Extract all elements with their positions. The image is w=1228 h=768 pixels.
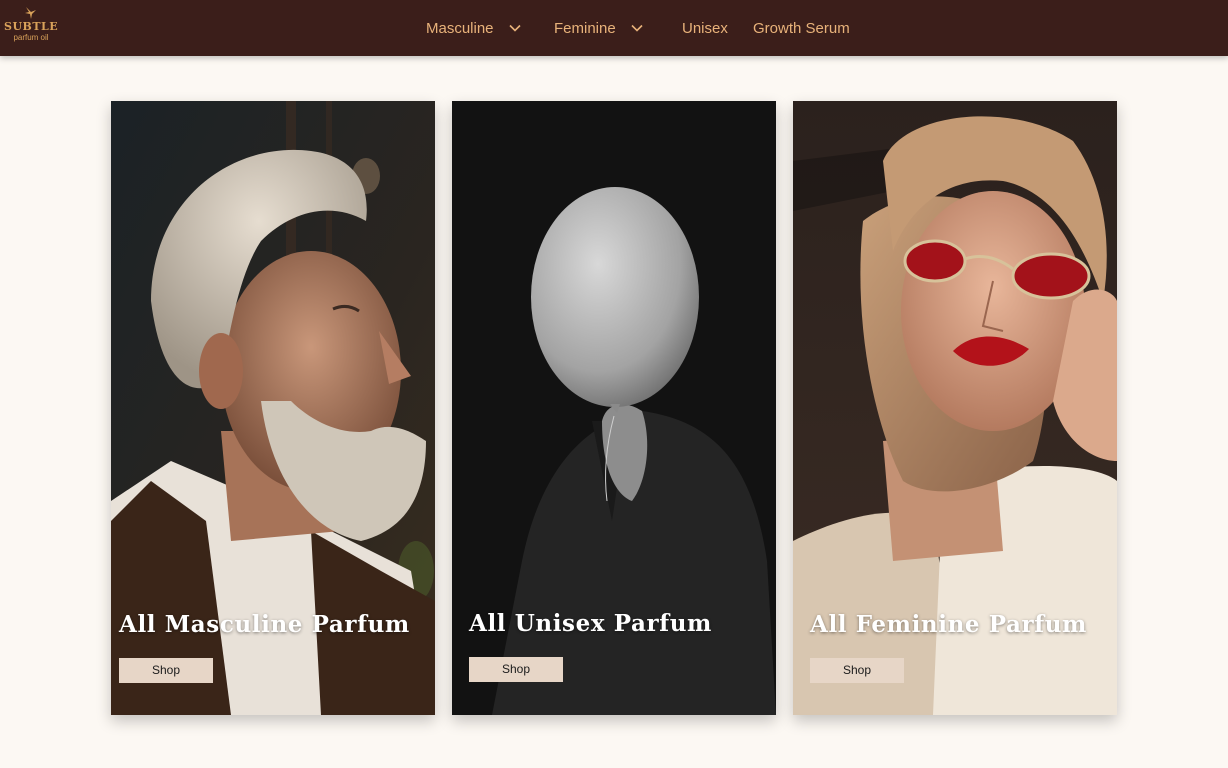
nav-item-feminine[interactable]: Feminine <box>554 18 644 38</box>
nav-item-label: Unisex <box>682 19 728 37</box>
card-title: All Masculine Parfum <box>119 611 410 638</box>
nav-item-masculine[interactable]: Masculine <box>426 18 522 38</box>
top-navigation-bar: SUBTLE parfum oil Masculine Feminine Uni… <box>0 0 1228 56</box>
nav-item-growth-serum[interactable]: Growth Serum <box>753 18 850 38</box>
collection-card-unisex[interactable]: All Unisex Parfum Shop <box>452 101 776 715</box>
brand-name: SUBTLE <box>4 20 59 33</box>
brand-logo[interactable]: SUBTLE parfum oil <box>4 5 58 47</box>
shop-button[interactable]: Shop <box>119 658 213 683</box>
chevron-down-icon[interactable] <box>630 21 644 35</box>
bird-icon <box>25 7 36 19</box>
shop-button[interactable]: Shop <box>469 657 563 682</box>
nav-item-unisex[interactable]: Unisex <box>682 18 728 38</box>
chevron-down-icon[interactable] <box>508 21 522 35</box>
card-title: All Unisex Parfum <box>469 610 712 637</box>
nav-item-label: Masculine <box>426 19 494 37</box>
collection-card-feminine[interactable]: All Feminine Parfum Shop <box>793 101 1117 715</box>
nav-item-label: Feminine <box>554 19 616 37</box>
shop-button[interactable]: Shop <box>810 658 904 683</box>
nav-item-label: Growth Serum <box>753 19 850 37</box>
collection-card-masculine[interactable]: All Masculine Parfum Shop <box>111 101 435 715</box>
brand-tagline: parfum oil <box>13 33 49 42</box>
card-title: All Feminine Parfum <box>810 611 1087 638</box>
